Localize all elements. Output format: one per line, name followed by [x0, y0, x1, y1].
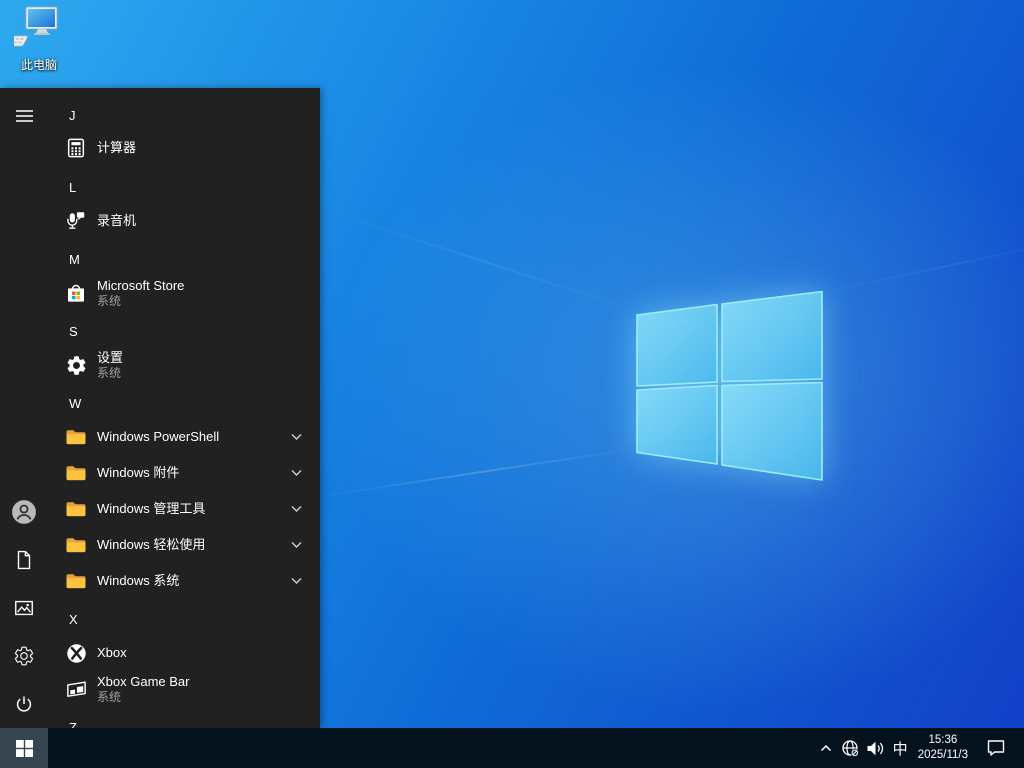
folder-icon — [64, 497, 88, 521]
app-label: Windows 系统 — [97, 573, 180, 589]
start-folder-windows-ease-of-access[interactable]: Windows 轻松使用 — [48, 527, 320, 563]
show-hidden-icons-button[interactable] — [819, 742, 833, 754]
action-center-button[interactable] — [986, 739, 1006, 757]
rail-settings-button[interactable] — [0, 632, 48, 680]
app-subtitle: 系统 — [97, 690, 122, 705]
start-app-voice-recorder[interactable]: 录音机 — [48, 203, 320, 239]
taskbar: 中 15:36 2025/11/3 — [0, 728, 1024, 768]
section-letter: Z — [69, 719, 77, 729]
start-app-settings[interactable]: 设置 系统 — [48, 342, 320, 388]
start-folder-windows-admin-tools[interactable]: Windows 管理工具 — [48, 491, 320, 527]
light-ray — [315, 206, 640, 314]
settings-gear-icon — [14, 646, 34, 666]
app-label: Xbox — [97, 645, 127, 661]
section-letter: X — [69, 611, 78, 627]
section-header-z[interactable]: Z — [48, 709, 320, 729]
app-label: Windows 轻松使用 — [97, 537, 206, 553]
pictures-icon — [15, 600, 33, 616]
chevron-down-icon[interactable] — [291, 434, 302, 441]
start-menu-rail — [0, 88, 48, 728]
network-status-button[interactable] — [841, 739, 860, 758]
windows-start-icon — [15, 739, 33, 757]
documents-button[interactable] — [0, 536, 48, 584]
app-label: Windows PowerShell — [97, 429, 220, 445]
folder-icon — [64, 461, 88, 485]
user-account-icon — [12, 500, 36, 524]
section-header-x[interactable]: X — [48, 601, 320, 637]
section-letter: M — [69, 251, 80, 267]
tray-clock[interactable]: 15:36 2025/11/3 — [918, 733, 968, 763]
section-letter: S — [69, 323, 78, 339]
start-folder-windows-system[interactable]: Windows 系统 — [48, 563, 320, 599]
expand-menu-button[interactable] — [0, 92, 48, 140]
light-ray — [819, 237, 1024, 294]
chevron-down-icon[interactable] — [291, 578, 302, 585]
microsoft-store-icon — [64, 281, 88, 305]
pictures-button[interactable] — [0, 584, 48, 632]
chevron-down-icon[interactable] — [291, 506, 302, 513]
app-label: Microsoft Store — [97, 277, 185, 293]
section-header-l[interactable]: L — [48, 169, 320, 205]
start-app-xbox-game-bar[interactable]: Xbox Game Bar 系统 — [48, 666, 320, 712]
documents-icon — [17, 550, 31, 570]
xbox-game-bar-icon — [64, 677, 88, 701]
section-letter: W — [69, 395, 82, 411]
windows-desktop-screen: 此电脑 J 计算器 L 录音机 M Microsoft Store 系统 S 设… — [0, 0, 1024, 768]
volume-icon — [867, 741, 883, 755]
app-label: Xbox Game Bar — [97, 673, 190, 689]
start-folder-windows-powershell[interactable]: Windows PowerShell — [48, 419, 320, 455]
app-label: Windows 附件 — [97, 465, 180, 481]
volume-button[interactable] — [866, 740, 885, 757]
start-app-microsoft-store[interactable]: Microsoft Store 系统 — [48, 270, 320, 316]
app-subtitle: 系统 — [97, 366, 122, 381]
start-menu: J 计算器 L 录音机 M Microsoft Store 系统 S 设置 系统… — [0, 88, 320, 728]
section-header-j[interactable]: J — [48, 97, 320, 133]
app-label: 录音机 — [97, 213, 137, 229]
this-pc-icon — [0, 6, 58, 47]
section-letter: J — [69, 107, 76, 123]
taskbar-empty-area — [48, 728, 819, 768]
folder-icon — [64, 533, 88, 557]
desktop-icon-label: 此电脑 — [20, 58, 57, 72]
system-tray: 中 15:36 2025/11/3 — [819, 728, 1024, 768]
section-letter: L — [69, 179, 77, 195]
app-label: 计算器 — [97, 140, 137, 156]
app-subtitle: 系统 — [97, 294, 122, 309]
power-icon — [16, 696, 32, 712]
account-button[interactable] — [0, 488, 48, 536]
ime-indicator[interactable]: 中 — [893, 738, 908, 759]
tray-time: 15:36 — [928, 734, 958, 747]
calculator-icon — [64, 136, 88, 160]
app-label: 设置 — [97, 349, 124, 365]
chevron-down-icon[interactable] — [291, 470, 302, 477]
start-folder-windows-accessories[interactable]: Windows 附件 — [48, 455, 320, 491]
app-label: Windows 管理工具 — [97, 501, 206, 517]
windows-logo-wallpaper — [636, 290, 823, 481]
chevron-down-icon[interactable] — [291, 542, 302, 549]
tray-date: 2025/11/3 — [917, 749, 968, 761]
start-button[interactable] — [0, 728, 48, 768]
power-button[interactable] — [0, 680, 48, 728]
action-center-icon — [987, 740, 1005, 756]
desktop-icon-this-pc[interactable]: 此电脑 — [0, 6, 67, 73]
section-header-w[interactable]: W — [48, 385, 320, 421]
voice-recorder-icon — [64, 209, 88, 233]
start-app-calculator[interactable]: 计算器 — [48, 130, 320, 166]
hamburger-menu-icon — [15, 110, 33, 122]
network-globe-icon — [842, 739, 859, 757]
light-ray — [315, 446, 643, 498]
xbox-icon — [64, 641, 88, 665]
settings-gear-icon — [64, 353, 88, 377]
hidden-icons-chevron-icon — [820, 744, 831, 752]
folder-icon — [64, 425, 88, 449]
folder-icon — [64, 569, 88, 593]
